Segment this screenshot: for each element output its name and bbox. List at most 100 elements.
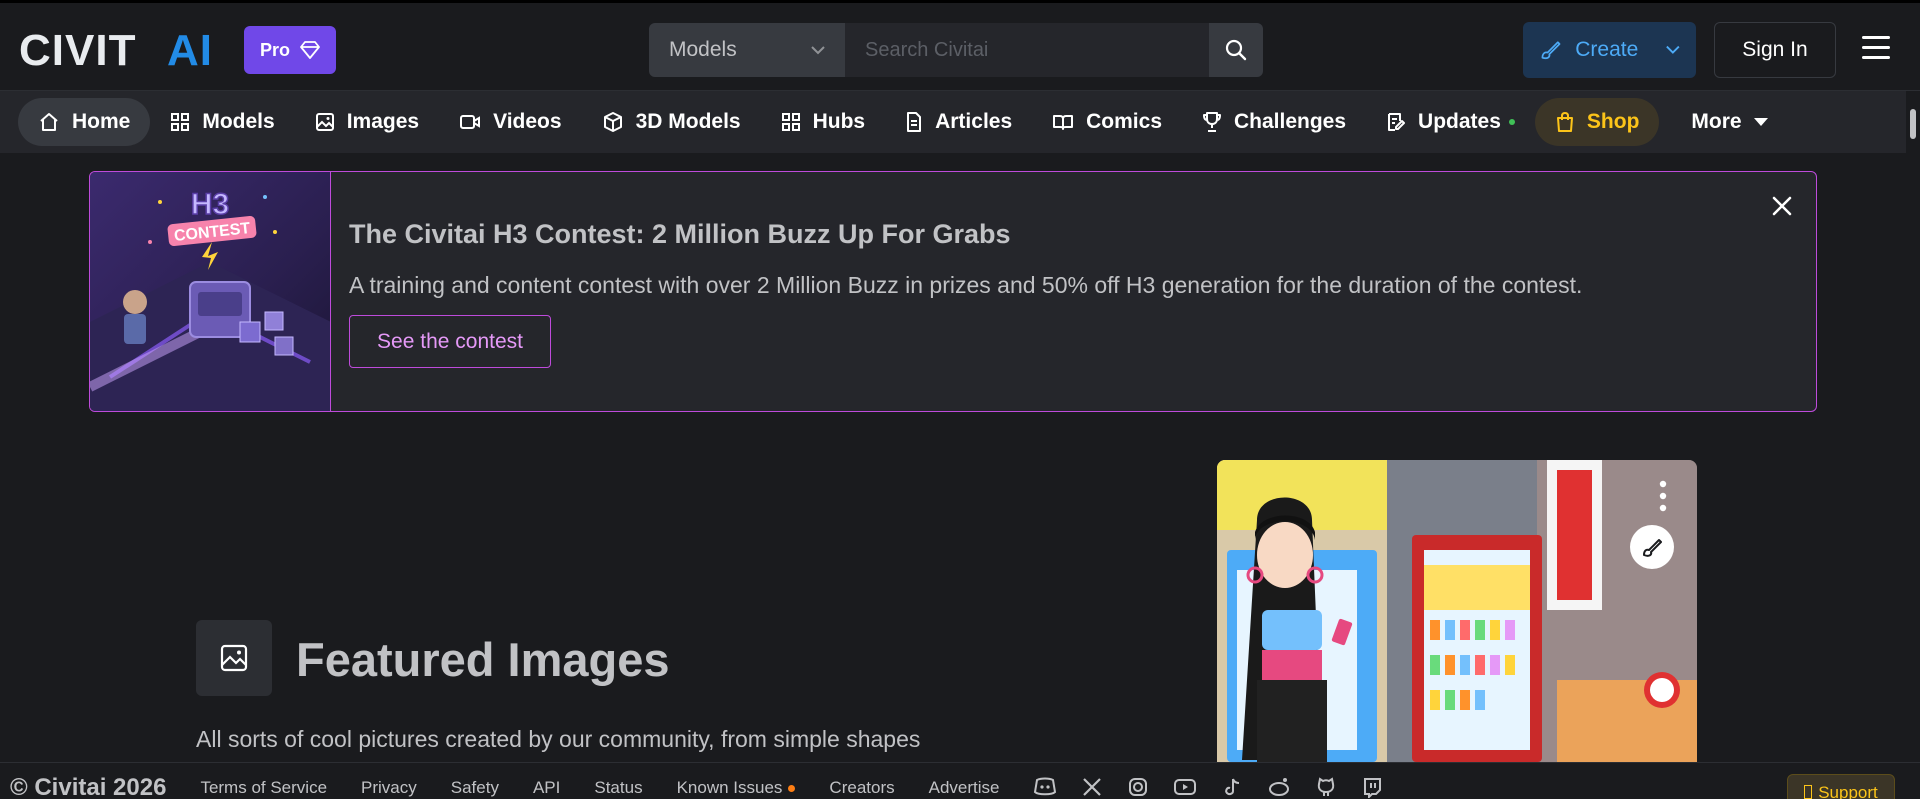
image-icon	[315, 113, 334, 131]
brush-icon	[1643, 539, 1662, 557]
svg-text:AI: AI	[167, 29, 213, 69]
footer-link-known-issues[interactable]: Known Issues	[677, 778, 796, 798]
github-icon[interactable]	[1315, 776, 1337, 798]
nav-item-models[interactable]: Models	[150, 98, 294, 146]
nav-item-3d-models[interactable]: 3D Models	[582, 98, 761, 146]
search-input[interactable]	[845, 23, 1209, 77]
diamond-icon	[300, 41, 320, 59]
nav-label: Hubs	[812, 110, 866, 133]
document-icon	[907, 112, 922, 132]
cube-icon	[603, 112, 622, 132]
search-button[interactable]	[1209, 23, 1263, 77]
grid-icon	[171, 113, 190, 131]
nav-item-comics[interactable]: Comics	[1032, 98, 1182, 146]
footer-link-safety[interactable]: Safety	[451, 778, 499, 798]
create-label: Create	[1575, 38, 1639, 61]
footer-link-terms[interactable]: Terms of Service	[200, 778, 327, 798]
page-footer: © Civitai 2026 Terms of Service Privacy …	[0, 762, 1920, 799]
chevron-down-icon	[1666, 45, 1680, 54]
trophy-icon	[1203, 112, 1221, 132]
book-icon	[1053, 115, 1074, 130]
contest-banner: H3 CONTEST The Civitai H3 Contest: 2 Mil…	[89, 171, 1817, 412]
brush-icon	[1541, 41, 1561, 60]
search-category-select[interactable]: Models	[649, 23, 845, 77]
nav-item-images[interactable]: Images	[295, 98, 439, 146]
nav-item-hubs[interactable]: Hubs	[761, 98, 886, 146]
more-options-icon[interactable]	[1659, 480, 1667, 512]
banner-title: The Civitai H3 Contest: 2 Million Buzz U…	[349, 219, 1011, 249]
contest-image-h3: H3	[191, 188, 229, 221]
search-category-value: Models	[669, 38, 737, 61]
search-bar: Models /	[649, 23, 1263, 77]
nav-item-more[interactable]: More	[1671, 98, 1787, 146]
svg-text:CIVIT: CIVIT	[19, 29, 136, 69]
support-button[interactable]: Support	[1787, 774, 1895, 799]
image-icon	[220, 644, 248, 672]
nav-label: 3D Models	[635, 110, 741, 133]
shopping-bag-icon	[1556, 112, 1573, 132]
video-icon	[460, 115, 481, 129]
nav-item-updates[interactable]: Updates	[1366, 98, 1535, 146]
remix-button[interactable]	[1630, 525, 1674, 569]
issues-indicator-dot	[788, 784, 796, 792]
caret-down-icon	[1753, 117, 1768, 126]
home-icon	[40, 113, 58, 131]
create-button[interactable]: Create	[1523, 22, 1696, 78]
featured-images-title: Featured Images	[296, 633, 670, 686]
nav-item-challenges[interactable]: Challenges	[1182, 98, 1366, 146]
nav-label: Updates	[1418, 110, 1501, 133]
discord-icon[interactable]	[1033, 776, 1057, 798]
menu-icon[interactable]	[1862, 36, 1890, 60]
tiktok-icon[interactable]	[1221, 776, 1243, 798]
see-contest-button[interactable]: See the contest	[349, 315, 551, 368]
youtube-icon[interactable]	[1173, 776, 1197, 798]
footer-link-creators[interactable]: Creators	[829, 778, 894, 798]
footer-copyright: © Civitai 2026	[10, 774, 167, 799]
sign-in-button[interactable]: Sign In	[1714, 22, 1836, 78]
nav-item-videos[interactable]: Videos	[439, 98, 581, 146]
featured-images-icon-box	[196, 620, 272, 696]
footer-link-status[interactable]: Status	[594, 778, 642, 798]
top-header: CIVIT AI Pro Models / Create	[0, 0, 1920, 91]
featured-images-subtitle: All sorts of cool pictures created by ou…	[196, 726, 921, 752]
nav-label: Images	[346, 110, 420, 133]
civitai-logo[interactable]: CIVIT AI	[19, 29, 229, 69]
nav-item-articles[interactable]: Articles	[885, 98, 1032, 146]
nav-label: Shop	[1586, 110, 1640, 133]
instagram-icon[interactable]	[1127, 776, 1149, 798]
grid-icon	[781, 113, 800, 131]
close-icon[interactable]	[1770, 194, 1794, 218]
footer-link-advertise[interactable]: Advertise	[929, 778, 1000, 798]
reddit-icon[interactable]	[1267, 776, 1291, 798]
nav-label: Home	[72, 110, 131, 133]
footer-link-known-issues-label: Known Issues	[676, 778, 783, 797]
changelog-icon	[1388, 113, 1406, 131]
social-links	[1033, 776, 1383, 798]
pro-button[interactable]: Pro	[244, 26, 336, 74]
nav-label: Models	[202, 110, 275, 133]
nav-label: More	[1691, 110, 1742, 133]
banner-description: A training and content contest with over…	[349, 272, 1583, 298]
featured-image-card[interactable]	[1217, 460, 1697, 762]
footer-link-privacy[interactable]: Privacy	[361, 778, 417, 798]
new-indicator-dot	[1508, 119, 1515, 125]
nav-label: Challenges	[1234, 110, 1347, 133]
nav-item-shop[interactable]: Shop	[1534, 98, 1660, 146]
contest-illustration: H3 CONTEST	[90, 172, 330, 411]
search-icon	[1225, 39, 1247, 61]
nav-label: Videos	[493, 110, 562, 133]
main-nav: Home Models Images Videos 3D Models Hubs…	[0, 91, 1906, 153]
support-icon	[1804, 785, 1813, 799]
contest-banner-image[interactable]: H3 CONTEST	[90, 172, 331, 411]
support-label: Support	[1818, 783, 1878, 799]
page-scrollbar[interactable]	[1906, 91, 1920, 799]
footer-link-api[interactable]: API	[533, 778, 560, 798]
twitch-icon[interactable]	[1361, 776, 1383, 798]
nav-label: Articles	[935, 110, 1013, 133]
nav-label: Comics	[1086, 110, 1162, 133]
pro-label: Pro	[259, 39, 290, 60]
featured-image	[1217, 460, 1697, 762]
scrollbar-thumb[interactable]	[1910, 109, 1916, 139]
nav-item-home[interactable]: Home	[18, 98, 151, 146]
x-twitter-icon[interactable]	[1081, 776, 1103, 798]
